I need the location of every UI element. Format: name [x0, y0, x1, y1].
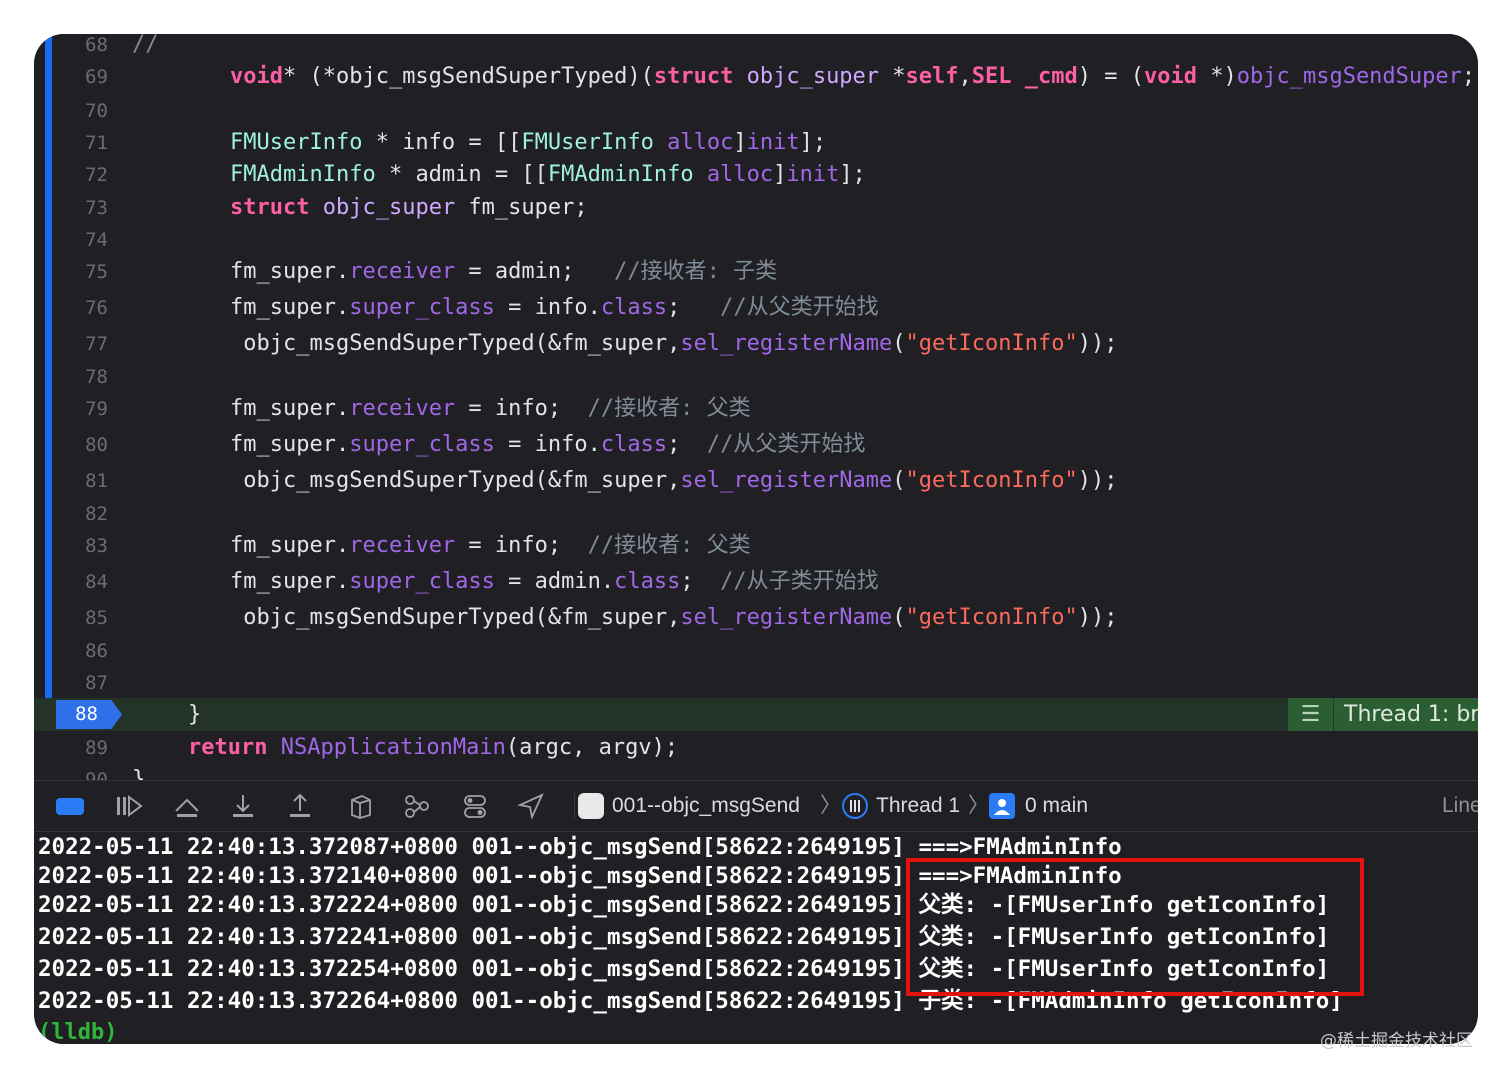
code-line: 90 } [34, 763, 1478, 780]
code-line: 74 [34, 223, 1478, 257]
line-number: 90 [85, 769, 108, 780]
line-number: 75 [85, 261, 108, 283]
code-line: 68 // [34, 34, 1478, 62]
watermark: @稀土掘金技术社区 [1320, 1031, 1473, 1051]
line-number: 72 [85, 164, 108, 186]
line-number: 87 [85, 672, 108, 694]
thread-icon [842, 793, 868, 819]
line-number: 80 [85, 434, 108, 456]
line-code: objc_msgSendSuperTyped(&fm_super,sel_reg… [230, 331, 1118, 356]
line-number: 68 [85, 34, 108, 56]
breadcrumb-thread[interactable]: Thread 1 [876, 791, 960, 821]
app-target-icon [578, 793, 604, 819]
step-over-icon[interactable] [172, 791, 202, 821]
code-line: 84 fm_super.super_class = admin.class; //… [34, 565, 1478, 599]
memory-graph-icon[interactable] [402, 791, 432, 821]
breadcrumb-frame[interactable]: 0 main [1025, 791, 1088, 821]
code-line: 82 [34, 497, 1478, 531]
code-line: 70 [34, 94, 1478, 128]
step-out-icon[interactable] [285, 791, 315, 821]
simulate-location-icon[interactable] [516, 791, 546, 821]
line-code: struct objc_super fm_super; [230, 195, 588, 220]
line-code: fm_super.super_class = info.class; //从父类… [230, 295, 879, 320]
line-code: objc_msgSendSuperTyped(&fm_super,sel_reg… [230, 605, 1118, 630]
highlight-annotation-box [906, 858, 1364, 996]
code-line: 85 objc_msgSendSuperTyped(&fm_super,sel_… [34, 601, 1478, 635]
thread-badge-label: Thread 1: breakpoint 1.1 [1344, 702, 1478, 727]
code-line: 75 fm_super.receiver = admin; //接收者: 子类 [34, 255, 1478, 289]
thread-badge[interactable]: ☰ Thread 1: breakpoint 1.1 [1288, 698, 1478, 731]
environment-overrides-icon[interactable] [460, 791, 490, 821]
code-line: 81 objc_msgSendSuperTyped(&fm_super,sel_… [34, 464, 1478, 498]
continue-icon[interactable] [114, 791, 144, 821]
line-number: 77 [85, 333, 108, 355]
line-number: 69 [85, 66, 108, 88]
line-number: 73 [85, 197, 108, 219]
code-editor[interactable]: 68 // 69 void* (*objc_msgSendSuperTyped)(st… [34, 34, 1478, 780]
code-line: 69 void* (*objc_msgSendSuperTyped)(struct… [34, 60, 1478, 94]
breadcrumb-target[interactable]: 001--objc_msgSend [612, 791, 800, 821]
code-line: 89 return NSApplicationMain(argc, argv); [34, 731, 1478, 765]
line-number: 86 [85, 640, 108, 662]
line-code: FMAdminInfo * admin = [[FMAdminInfo allo… [230, 162, 866, 187]
line-number: 84 [85, 571, 108, 593]
line-number: 70 [85, 100, 108, 122]
line-number: 71 [85, 132, 108, 154]
code-line: 77 objc_msgSendSuperTyped(&fm_super,sel_… [34, 327, 1478, 361]
view-hierarchy-icon[interactable] [346, 791, 376, 821]
chevron-right-icon: 〉 [820, 794, 841, 817]
lldb-prompt[interactable]: (lldb) [38, 1020, 117, 1044]
line-code: void* (*objc_msgSendSuperTyped)(struct o… [230, 64, 1476, 89]
line-number: 76 [85, 297, 108, 319]
line-number: 78 [85, 366, 108, 388]
line-number: 82 [85, 503, 108, 525]
debug-area-toggle-icon[interactable] [56, 798, 84, 815]
code-line: 73 struct objc_super fm_super; [34, 191, 1478, 225]
stack-frame-user-icon [989, 793, 1015, 819]
code-line: 83 fm_super.receiver = info; //接收者: 父类 [34, 529, 1478, 563]
line-code: } [132, 767, 146, 780]
code-line: 80 fm_super.super_class = info.class; //从… [34, 428, 1478, 462]
debug-bar: 001--objc_msgSend 〉 Thread 1 〉 0 main Li… [34, 780, 1478, 832]
code-line: 86 [34, 634, 1478, 668]
code-line: 76 fm_super.super_class = info.class; //从… [34, 291, 1478, 325]
line-code: fm_super.receiver = info; //接收者: 父类 [230, 396, 751, 421]
line-code: fm_super.super_class = admin.class; //从子… [230, 569, 879, 594]
code-line: 79 fm_super.receiver = info; //接收者: 父类 [34, 392, 1478, 426]
line-code: // [132, 34, 159, 57]
line-code: fm_super.receiver = admin; //接收者: 子类 [230, 259, 778, 284]
step-into-icon[interactable] [228, 791, 258, 821]
current-line-highlight: 88 } ☰ Thread 1: breakpoint 1.1 [34, 698, 1478, 731]
menu-icon[interactable]: ☰ [1288, 698, 1334, 731]
line-code: fm_super.receiver = info; //接收者: 父类 [230, 533, 751, 558]
code-line: 72 FMAdminInfo * admin = [[FMAdminInfo al… [34, 158, 1478, 192]
line-number: 85 [85, 607, 108, 629]
line-code: objc_msgSendSuperTyped(&fm_super,sel_reg… [230, 468, 1118, 493]
code-line: 87 [34, 666, 1478, 700]
toolbar-divider [574, 793, 575, 819]
line-number: 81 [85, 470, 108, 492]
current-line-code: } [188, 702, 202, 727]
line-number: 89 [85, 737, 108, 759]
line-indicator: Line: 88 [1442, 794, 1478, 817]
line-number: 79 [85, 398, 108, 420]
line-code: FMUserInfo * info = [[FMUserInfo alloc]i… [230, 130, 827, 155]
line-code: fm_super.super_class = info.class; //从父类… [230, 432, 866, 457]
line-code: return NSApplicationMain(argc, argv); [188, 735, 679, 760]
code-line: 71 FMUserInfo * info = [[FMUserInfo alloc… [34, 126, 1478, 160]
line-number: 74 [85, 229, 108, 251]
code-line: 78 [34, 360, 1478, 394]
breakpoint-marker[interactable]: 88 [56, 700, 122, 729]
line-number: 83 [85, 535, 108, 557]
chevron-right-icon: 〉 [968, 794, 989, 817]
